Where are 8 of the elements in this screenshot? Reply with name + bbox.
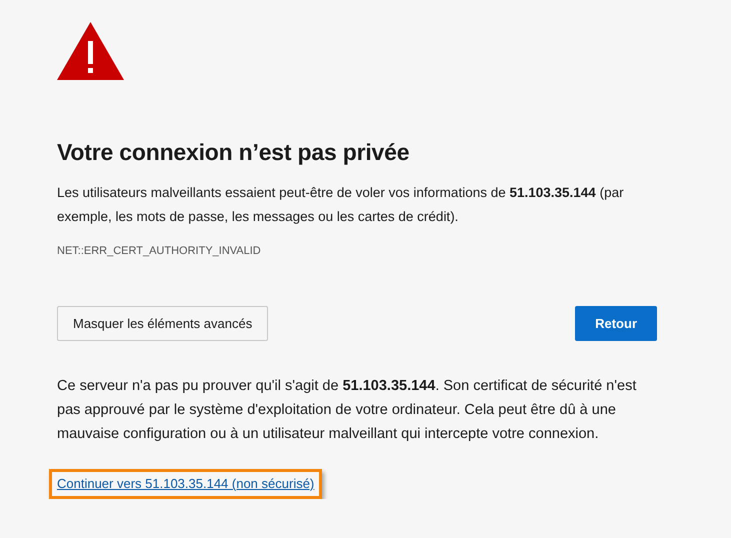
warning-paragraph: Les utilisateurs malveillants essaient peut-être de voler vos informations de 51.103.35.144 (par exemple, les mots de passe, les messages ou les cartes de crédit). xyxy=(57,184,625,226)
page-heading: Votre connexion n’est pas privée xyxy=(57,138,410,167)
error-code: NET::ERR_CERT_AUTHORITY_INVALID xyxy=(57,244,262,259)
proceed-link[interactable]: Continuer vers 51.103.35.144 (non sécurisé) xyxy=(57,476,314,491)
back-button[interactable]: Retour xyxy=(575,306,657,341)
advanced-toggle-button[interactable]: Masquer les éléments avancés xyxy=(57,306,268,341)
details-paragraph: Ce serveur n'a pas pu prouver qu'il s'agit de 51.103.35.144. Son certificat de sécurité n'est pas approuvé par le système d'exploitation de votre ordinateur. Cela peut être dû à une mauvaise configuration ou à un utilisateur malveillant qui intercepte votre connexion. xyxy=(57,377,638,444)
warning-icon xyxy=(57,22,124,80)
